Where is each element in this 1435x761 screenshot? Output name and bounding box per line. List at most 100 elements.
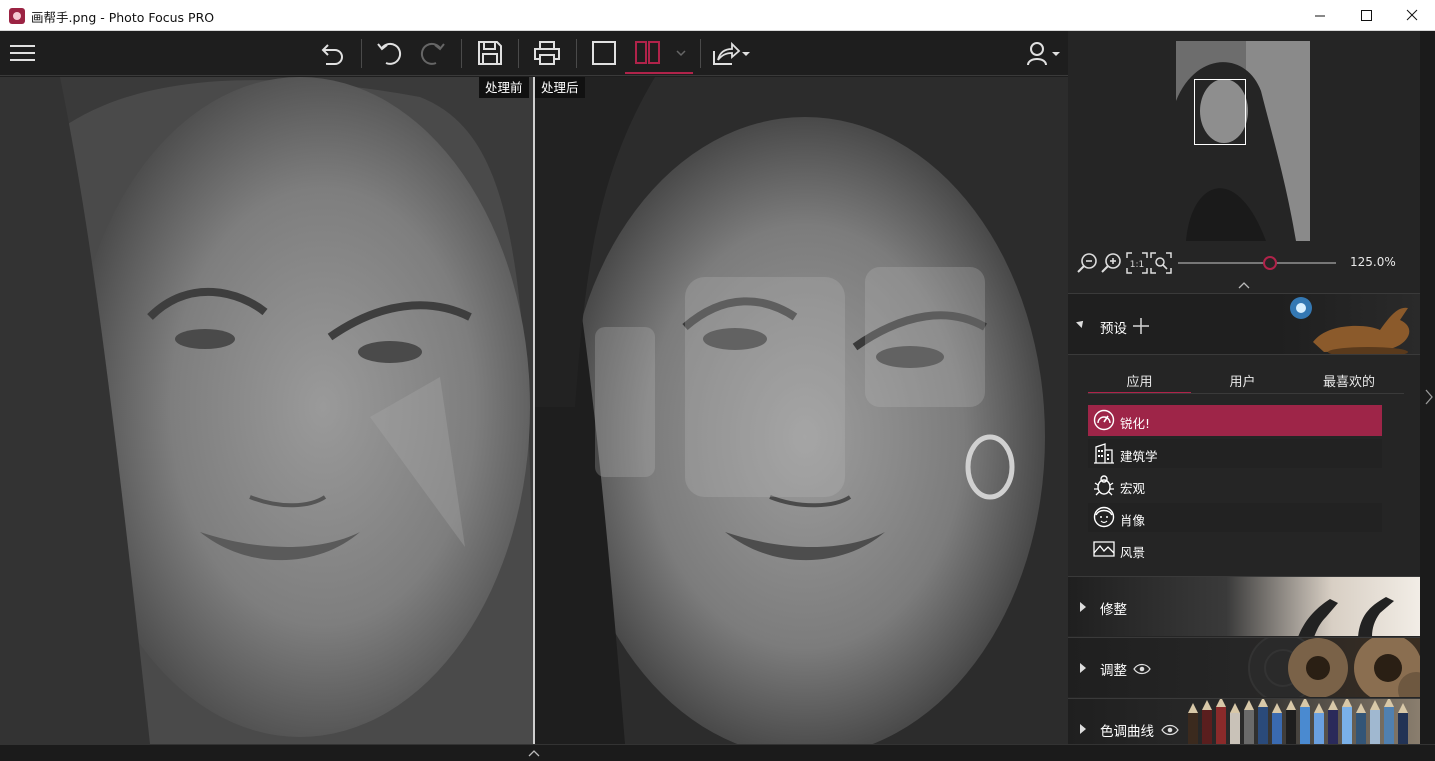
undo-all-button[interactable] (318, 40, 346, 72)
pencil-shape (1314, 713, 1324, 744)
pencil-shape (1258, 707, 1268, 744)
preset-item-label: 锐化! (1120, 416, 1151, 431)
navigator-collapse-icon[interactable] (1237, 280, 1251, 290)
eye-icon[interactable] (1133, 663, 1151, 675)
pencil-shape (1384, 707, 1394, 744)
panel-collapse-strip[interactable] (1420, 31, 1435, 744)
user-icon (1027, 42, 1060, 66)
expand-arrow-icon (1080, 724, 1086, 734)
print-button[interactable] (533, 40, 561, 70)
split-view-icon (635, 41, 686, 64)
eye-icon[interactable] (1161, 724, 1179, 736)
presets-section-header[interactable]: 预设 (1068, 293, 1420, 355)
zoom-slider[interactable] (1178, 256, 1336, 270)
pencil-shape (1272, 713, 1282, 744)
preset-item-label: 宏观 (1120, 481, 1146, 496)
after-photo (535, 77, 1068, 744)
pencil-shape (1342, 707, 1352, 744)
bottom-bar (0, 744, 1435, 761)
preset-item-landscape[interactable]: 风景 (1088, 535, 1382, 564)
preset-item-label: 风景 (1120, 545, 1146, 560)
single-view-button[interactable] (591, 40, 617, 70)
mountain-icon (1093, 541, 1115, 557)
bug-icon (1094, 475, 1114, 496)
single-view-icon (592, 41, 616, 65)
actual-size-icon: 1:1 (1126, 252, 1148, 274)
navigator-viewport-frame[interactable] (1194, 79, 1246, 145)
before-image-canvas[interactable] (0, 77, 533, 744)
hamburger-icon (10, 45, 35, 61)
tab-user[interactable]: 用户 (1191, 371, 1294, 390)
svg-text:1:1: 1:1 (1130, 260, 1144, 270)
expand-arrow-icon (1080, 602, 1086, 612)
preset-item-architecture[interactable]: 建筑学 (1088, 439, 1382, 468)
adjust-section-header[interactable]: 调整 (1068, 637, 1420, 697)
minimize-icon (1315, 15, 1325, 17)
zoom-in-button[interactable] (1100, 251, 1124, 279)
redo-button[interactable] (420, 39, 448, 71)
before-label: 处理前 (479, 77, 529, 98)
zoom-out-icon (1077, 253, 1097, 273)
close-button[interactable] (1389, 0, 1435, 31)
zoom-value: 125.0% (1350, 255, 1396, 269)
zoom-fit-icon (1150, 252, 1172, 274)
preset-item-label: 建筑学 (1120, 449, 1158, 464)
building-icon (1094, 443, 1114, 464)
zoom-slider-thumb[interactable] (1262, 256, 1277, 270)
after-image-canvas[interactable] (535, 77, 1068, 744)
share-button[interactable] (712, 41, 752, 71)
preset-item-portrait[interactable]: 肖像 (1088, 503, 1382, 532)
retouch-title: 修整 (1100, 602, 1127, 618)
zoom-actual-size-button[interactable]: 1:1 (1125, 251, 1149, 279)
before-photo (0, 77, 533, 744)
pencil-shape (1188, 713, 1198, 744)
menu-button[interactable] (10, 43, 36, 67)
save-button[interactable] (477, 40, 503, 70)
main-toolbar (0, 31, 1068, 76)
split-view-button[interactable] (625, 38, 693, 74)
pencil-shape (1328, 710, 1338, 744)
preset-item-sharpen[interactable]: 锐化! (1088, 405, 1382, 436)
tone-curve-title: 色调曲线 (1100, 724, 1154, 740)
chevron-right-icon[interactable] (1422, 387, 1435, 407)
pencil-shape (1202, 710, 1212, 744)
zoom-fit-button[interactable] (1149, 251, 1173, 279)
zoom-in-icon (1101, 253, 1121, 273)
close-icon (1406, 9, 1418, 21)
tab-user-label: 用户 (1229, 375, 1256, 390)
navigator-thumbnail[interactable] (1176, 41, 1310, 241)
add-preset-icon[interactable] (1132, 317, 1150, 335)
maximize-button[interactable] (1343, 0, 1389, 31)
window-titlebar: 画帮手.png - Photo Focus PRO (0, 0, 1435, 31)
tab-favorites[interactable]: 最喜欢的 (1294, 371, 1404, 390)
pencil-shape (1398, 713, 1408, 744)
tone-curve-section-header[interactable]: 色调曲线 (1068, 698, 1420, 744)
chevron-up-icon[interactable] (527, 748, 541, 758)
tab-app[interactable]: 应用 (1088, 371, 1191, 390)
redo-icon (420, 42, 445, 65)
retouch-section-header[interactable]: 修整 (1068, 576, 1420, 636)
undo-all-icon (321, 44, 343, 65)
pencil-shape (1300, 707, 1310, 744)
preset-item-label: 肖像 (1120, 513, 1146, 528)
pencil-shape (1370, 710, 1380, 744)
undo-icon (377, 42, 402, 65)
face-icon (1093, 506, 1115, 528)
presets-title: 预设 (1100, 321, 1127, 337)
user-menu-button[interactable] (1026, 41, 1062, 71)
app-logo-icon (9, 8, 25, 24)
zoom-out-button[interactable] (1076, 251, 1100, 279)
undo-button[interactable] (374, 39, 402, 71)
pencil-shape (1286, 710, 1296, 744)
minimize-button[interactable] (1297, 0, 1343, 31)
pencil-shape (1244, 710, 1254, 744)
maximize-icon (1361, 10, 1372, 21)
preset-item-macro[interactable]: 宏观 (1088, 471, 1382, 500)
adjust-title: 调整 (1100, 663, 1127, 679)
expand-arrow-icon (1080, 663, 1086, 673)
gauge-icon (1093, 409, 1115, 431)
tab-favorites-label: 最喜欢的 (1322, 375, 1375, 390)
pencil-shape (1356, 713, 1366, 744)
pencil-shape (1216, 707, 1226, 744)
print-icon (534, 41, 560, 65)
